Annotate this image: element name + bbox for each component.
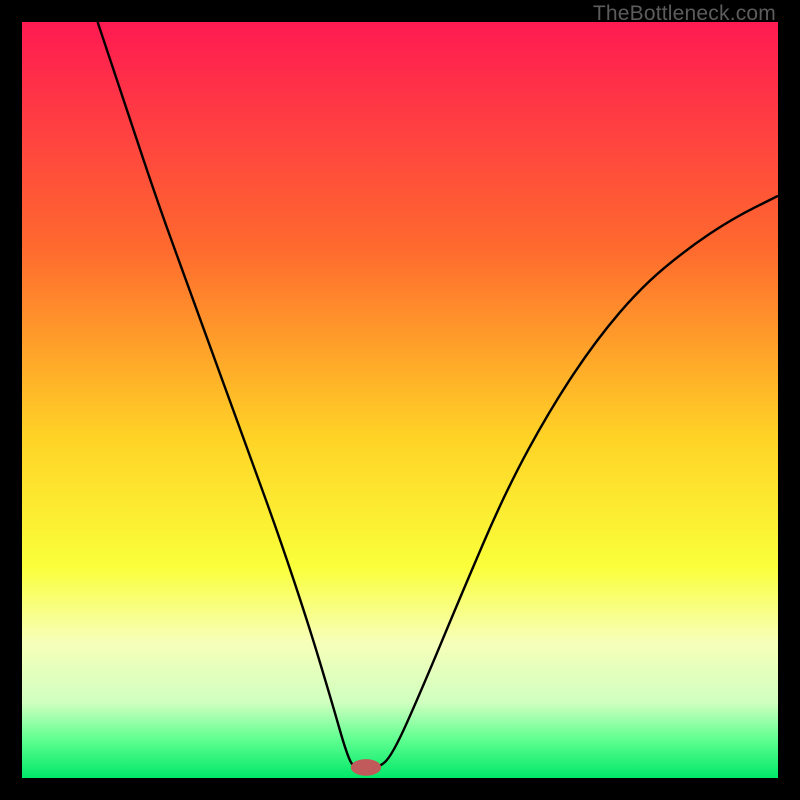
chart-frame — [22, 22, 778, 778]
bottleneck-chart — [22, 22, 778, 778]
optimum-marker — [351, 759, 381, 776]
